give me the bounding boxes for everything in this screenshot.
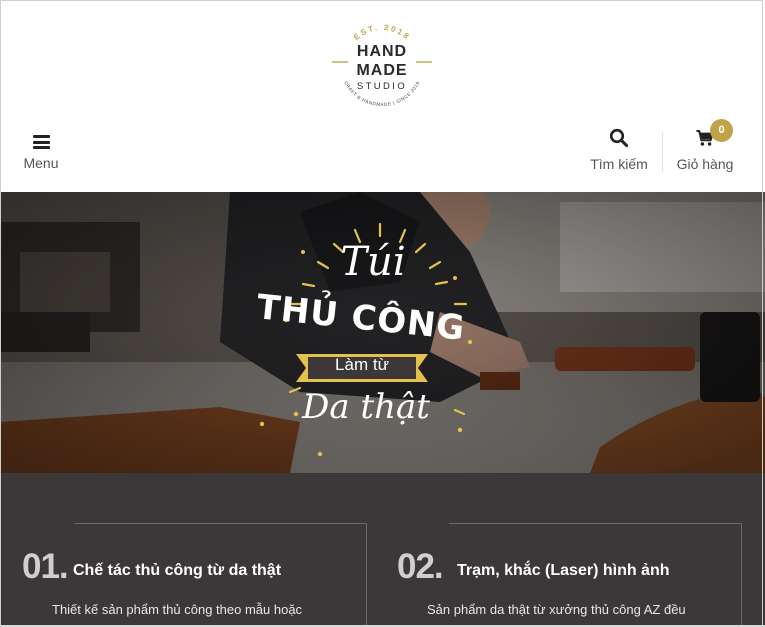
feature-title: Trạm, khắc (Laser) hình ảnh (457, 562, 670, 579)
hero-title-line3: Làm từ (335, 355, 389, 374)
card-border-right (366, 523, 367, 627)
cart-label: Giỏ hàng (676, 156, 734, 172)
feature-description: Thiết kế sản phẩm thủ công theo mẫu hoặc (52, 602, 303, 617)
feature-card-1: 01. Chế tác thủ công từ da thật Thiết kế… (22, 523, 367, 627)
magnifier-icon (609, 128, 629, 148)
card-border-top (449, 523, 742, 524)
hero-title-badge: Túi THỦ CÔNG Làm từ Da thật (0, 192, 765, 473)
feature-title: Chế tác thủ công từ da thật (73, 562, 282, 579)
logo-made-text: MADE (356, 62, 407, 79)
header-divider (662, 132, 663, 172)
search-label: Tìm kiếm (590, 156, 648, 172)
features-section: 01. Chế tác thủ công từ da thật Thiết kế… (0, 473, 765, 627)
logo-hand-text: HAND (357, 43, 407, 60)
brand-logo[interactable]: EST. 2018 HAND MADE STUDIO CRAFT & HANDM… (330, 14, 434, 118)
feature-number: 02. (397, 547, 444, 586)
hamburger-icon (32, 135, 50, 149)
svg-text:EST. 2018: EST. 2018 (352, 23, 412, 42)
card-border-right (741, 523, 742, 627)
hero-title-line1: Túi (340, 239, 406, 285)
logo-studio-text: STUDIO (357, 81, 407, 92)
cart-button[interactable]: 0 Giỏ hàng (672, 119, 738, 176)
feature-description: Sản phẩm da thật từ xưởng thủ công AZ đề… (427, 602, 686, 617)
menu-button[interactable]: Menu (18, 132, 64, 176)
hero-banner: Túi THỦ CÔNG Làm từ Da thật (0, 192, 765, 473)
feature-number: 01. (22, 547, 69, 586)
menu-label: Menu (23, 155, 59, 171)
logo-est-text: EST. 2018 (352, 23, 410, 42)
search-button[interactable]: Tìm kiếm (586, 128, 652, 176)
hero-title-line4: Da thật (302, 387, 430, 427)
cart-count-badge: 0 (710, 119, 733, 142)
card-border-top (74, 523, 367, 524)
site-header: EST. 2018 HAND MADE STUDIO CRAFT & HANDM… (0, 0, 765, 192)
feature-card-2: 02. Trạm, khắc (Laser) hình ảnh Sản phẩm… (397, 523, 742, 627)
